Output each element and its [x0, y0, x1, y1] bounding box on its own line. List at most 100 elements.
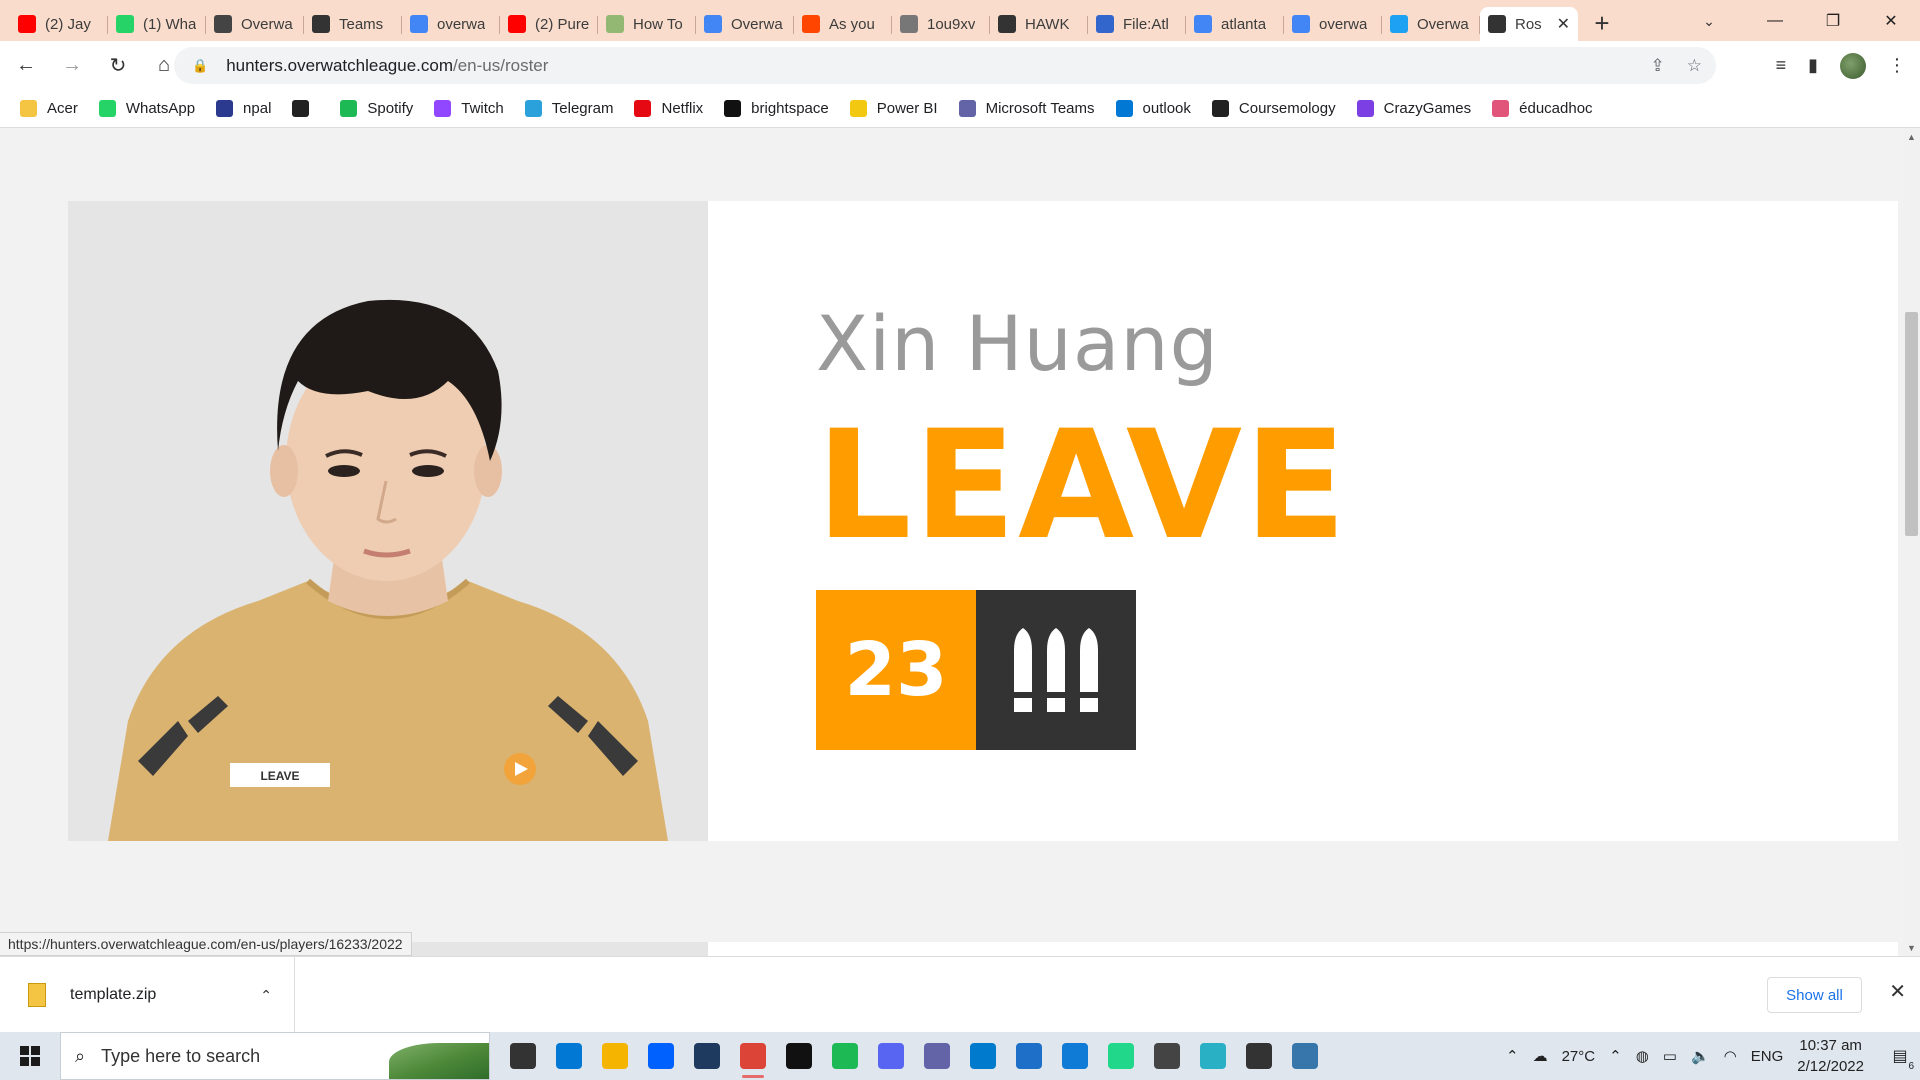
url-host: hunters.overwatchleague.com	[226, 55, 453, 75]
bookmark-item[interactable]: WhatsApp	[98, 100, 195, 117]
taskbar-app[interactable]	[592, 1032, 638, 1080]
tab-15[interactable]: Ros ✕	[1480, 7, 1578, 41]
taskbar-app[interactable]	[1006, 1032, 1052, 1080]
tab-0[interactable]: (2) Jay	[10, 7, 108, 41]
taskbar-app[interactable]	[822, 1032, 868, 1080]
windows-logo-icon	[20, 1046, 40, 1066]
system-clock[interactable]: 10:37 am 2/12/2022	[1797, 1035, 1864, 1077]
tab-5[interactable]: (2) Pure	[500, 7, 598, 41]
tab-2[interactable]: Overwa	[206, 7, 304, 41]
media-control-icon[interactable]: ≡	[1776, 55, 1787, 76]
unity-hub-icon	[1246, 1043, 1272, 1069]
bookmark-item[interactable]: Telegram	[524, 100, 614, 117]
tab-title: (1) Wha	[143, 15, 197, 33]
start-button[interactable]	[0, 1032, 60, 1080]
tray-overflow-chevron-icon[interactable]: ⌃	[1506, 1047, 1519, 1065]
tab-6[interactable]: How To	[598, 7, 696, 41]
close-download-bar-icon[interactable]: ✕	[1889, 979, 1906, 1004]
tab-4[interactable]: overwa	[402, 7, 500, 41]
tab-11[interactable]: File:Atl	[1088, 7, 1186, 41]
bookmark-item[interactable]: npal	[216, 100, 271, 117]
page-scrollbar[interactable]: ▲ ▼	[1903, 128, 1920, 956]
taskbar-app[interactable]	[1282, 1032, 1328, 1080]
share-icon[interactable]: ⇪	[1651, 56, 1665, 76]
tab-9[interactable]: 1ou9xv	[892, 7, 990, 41]
download-bar: template.zip ⌃ Show all ✕	[0, 956, 1920, 1033]
battery-icon[interactable]: ▭	[1663, 1047, 1677, 1065]
tab-8[interactable]: As you	[794, 7, 892, 41]
taskbar-search-input[interactable]: ⌕ Type here to search	[60, 1032, 490, 1080]
scroll-up-icon[interactable]: ▲	[1903, 128, 1920, 145]
bookmark-item[interactable]: Spotify	[340, 100, 413, 117]
bookmark-item[interactable]: Coursemology	[1211, 100, 1336, 117]
bookmark-item[interactable]: Acer	[20, 100, 78, 117]
taskbar-app[interactable]	[546, 1032, 592, 1080]
tab-title: As you	[829, 15, 875, 33]
bookmark-item[interactable]: éducadhoc	[1492, 100, 1593, 117]
close-tab-icon[interactable]: ✕	[1557, 14, 1570, 34]
restore-icon[interactable]: ❐	[1804, 0, 1862, 41]
tab-10[interactable]: HAWK	[990, 7, 1088, 41]
tab-3[interactable]: Teams	[304, 7, 402, 41]
bookmark-item[interactable]: Twitch	[434, 100, 504, 117]
damage-role-icon	[976, 590, 1136, 750]
show-all-button[interactable]: Show all	[1767, 977, 1862, 1013]
download-item[interactable]: template.zip ⌃	[20, 957, 295, 1033]
taskbar-app[interactable]	[1098, 1032, 1144, 1080]
input-language[interactable]: ENG	[1751, 1048, 1784, 1065]
taskbar-app[interactable]	[730, 1032, 776, 1080]
chevron-up-icon[interactable]: ⌃	[260, 987, 272, 1004]
tab-7[interactable]: Overwa	[696, 7, 794, 41]
bookmark-star-icon[interactable]: ☆	[1687, 56, 1702, 76]
taskbar-app[interactable]	[1190, 1032, 1236, 1080]
bookmark-item[interactable]: Microsoft Teams	[958, 100, 1095, 117]
photos-icon	[1016, 1043, 1042, 1069]
tab-search-icon[interactable]: ⌄	[1694, 6, 1724, 36]
bookmark-item[interactable]: brightspace	[724, 100, 829, 117]
bookmark-item[interactable]: CrazyGames	[1356, 100, 1471, 117]
volume-icon[interactable]: 🔈	[1691, 1047, 1710, 1065]
side-panel-icon[interactable]: ▮	[1808, 55, 1818, 76]
bookmark-item[interactable]: Netflix	[634, 100, 703, 117]
lock-icon[interactable]: 🔒	[192, 58, 208, 74]
taskbar-app[interactable]	[914, 1032, 960, 1080]
tab-title: Overwa	[731, 15, 783, 33]
profile-avatar[interactable]	[1840, 52, 1866, 79]
tab-13[interactable]: overwa	[1284, 7, 1382, 41]
scroll-down-icon[interactable]: ▼	[1903, 939, 1920, 956]
taskbar-app[interactable]	[1052, 1032, 1098, 1080]
show-hidden-icons-icon[interactable]: ⌃	[1609, 1047, 1622, 1065]
edge-icon	[1062, 1043, 1088, 1069]
download-filename: template.zip	[70, 986, 157, 1003]
bookmark-item[interactable]: outlook	[1115, 100, 1191, 117]
wifi-icon[interactable]: ◠	[1724, 1047, 1737, 1065]
bookmark-label: Telegram	[551, 100, 614, 117]
taskbar-app[interactable]	[638, 1032, 684, 1080]
temperature[interactable]: 27°C	[1562, 1048, 1596, 1065]
menu-kebab-icon[interactable]: ⋮	[1888, 55, 1906, 76]
network-icon[interactable]: ◍	[1636, 1047, 1649, 1065]
reload-icon[interactable]: ↻	[98, 46, 138, 86]
taskbar-app[interactable]	[960, 1032, 1006, 1080]
tab-14[interactable]: Overwa	[1382, 7, 1480, 41]
notification-center-icon[interactable]: ▤ 6	[1880, 1032, 1920, 1080]
weather-cloud-icon[interactable]: ☁	[1533, 1047, 1548, 1065]
taskbar-app[interactable]	[776, 1032, 822, 1080]
taskbar-app[interactable]	[868, 1032, 914, 1080]
forward-icon[interactable]: →	[52, 46, 92, 86]
bookmark-item[interactable]	[292, 100, 319, 117]
close-window-icon[interactable]: ✕	[1862, 0, 1920, 41]
tab-1[interactable]: (1) Wha	[108, 7, 206, 41]
new-tab-button[interactable]: +	[1584, 5, 1620, 41]
taskbar-app[interactable]	[1236, 1032, 1282, 1080]
address-bar[interactable]: 🔒 hunters.overwatchleague.com /en-us/ros…	[174, 47, 1716, 84]
back-icon[interactable]: ←	[6, 46, 46, 86]
minimize-icon[interactable]: —	[1746, 0, 1804, 41]
taskbar-app[interactable]	[684, 1032, 730, 1080]
taskbar-app[interactable]	[1144, 1032, 1190, 1080]
bookmark-item[interactable]: Power BI	[849, 100, 938, 117]
scrollbar-thumb[interactable]	[1905, 312, 1918, 536]
bookmark-label: outlook	[1142, 100, 1191, 117]
tab-12[interactable]: atlanta	[1186, 7, 1284, 41]
taskbar-app[interactable]	[500, 1032, 546, 1080]
